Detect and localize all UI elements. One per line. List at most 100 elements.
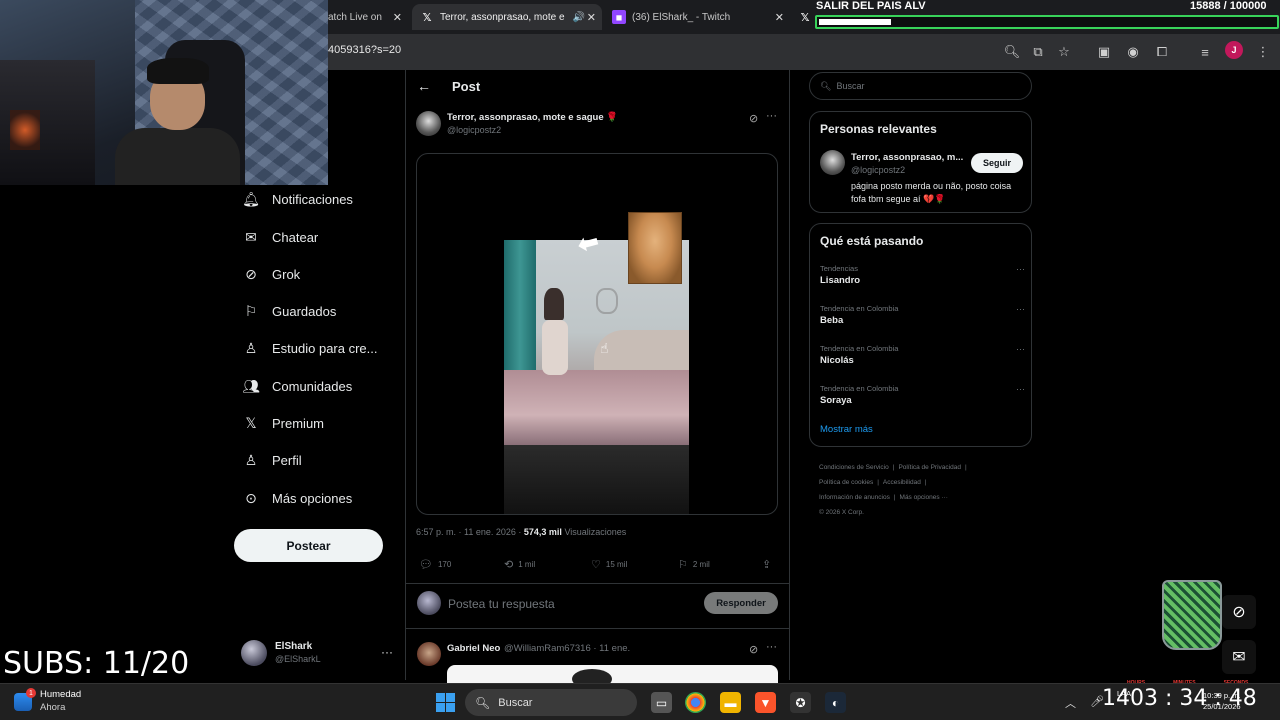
back-arrow-icon[interactable]: ← [417, 78, 431, 94]
screenshot-icon[interactable]: ▣ [1095, 43, 1113, 61]
trend-item[interactable]: Tendencias Lisandro ··· [820, 264, 1025, 294]
more-icon[interactable]: ··· [1016, 304, 1025, 314]
cast-icon[interactable]: ⧉ [1029, 43, 1047, 61]
nav-grok[interactable]: ⊘ Grok [241, 262, 300, 286]
url-field[interactable]: 4059316?s=20 [328, 44, 401, 56]
tab-x-other[interactable]: 𝕏 [796, 4, 816, 30]
bookmark-icon: ⚐ [244, 302, 258, 319]
windows-start-icon[interactable] [436, 693, 455, 712]
menu-icon[interactable]: ⋮ [1254, 43, 1272, 61]
follow-button[interactable]: Seguir [971, 153, 1023, 173]
x-icon: 𝕏 [800, 11, 810, 24]
show-more-link[interactable]: Mostrar más [820, 424, 873, 435]
author-avatar[interactable] [416, 111, 441, 136]
footer-link[interactable]: Política de Privacidad [898, 464, 961, 471]
zoom-icon[interactable]: 🔍︎ [1003, 43, 1021, 61]
column-divider [789, 70, 790, 680]
extensions-icon[interactable]: ⧠ [1153, 43, 1171, 61]
footer-link[interactable]: Política de cookies [819, 479, 873, 486]
footer-separator: | [877, 479, 879, 486]
grok-icon[interactable]: ⊘ [749, 643, 758, 656]
extension-badge-icon[interactable]: ◉ [1124, 43, 1142, 61]
footer-link[interactable]: Información de anuncios [819, 494, 890, 501]
file-explorer-icon[interactable]: ▬ [720, 692, 741, 713]
more-icon[interactable]: ··· [1016, 384, 1025, 394]
mail-icon[interactable]: ✉ [1222, 640, 1256, 674]
author-handle[interactable]: @logicpostz2 [447, 125, 501, 135]
nav-communities[interactable]: 👥︎ Comunidades [241, 374, 352, 398]
reply-action[interactable]: 💬︎ 170 [419, 558, 451, 571]
portrait-sticker [628, 212, 682, 284]
search-input[interactable]: 🔍︎ Buscar [809, 72, 1032, 100]
footer-link[interactable]: Condiciones de Servicio [819, 464, 889, 471]
more-icon[interactable]: ··· [766, 641, 777, 653]
profile-avatar[interactable]: J [1225, 41, 1243, 59]
nav-premium[interactable]: 𝕏 Premium [241, 411, 324, 435]
account-name: ElShark [275, 641, 313, 652]
close-icon[interactable]: ✕ [775, 11, 784, 24]
tab-x-post[interactable]: 𝕏 Terror, assonprasao, mote e 🔊 ✕ [412, 4, 602, 30]
nav-more-options[interactable]: ⊙ Más opciones [241, 486, 352, 510]
webcam-streamer-body [115, 128, 240, 185]
share-action[interactable]: ⇪ [762, 558, 776, 571]
nav-creator-studio[interactable]: ♙ Estudio para cre... [241, 336, 378, 360]
nav-profile[interactable]: ♙ Perfil [241, 448, 302, 472]
like-action[interactable]: ♡ 15 mil [591, 558, 627, 571]
nav-bookmarks[interactable]: ⚐ Guardados [241, 299, 337, 323]
tab-twitch-live[interactable]: atch Live on ✕ [328, 4, 408, 30]
post-media[interactable]: ⬅ ☝ [416, 153, 778, 515]
bookmark-count: 2 mil [692, 560, 710, 569]
app-icon[interactable]: ✪ [790, 692, 811, 713]
star-icon[interactable]: ☆ [1055, 43, 1073, 61]
nav-notifications[interactable]: 🔔︎ Notificaciones [241, 187, 353, 211]
bell-icon: 🔔︎ [242, 190, 260, 207]
trend-item[interactable]: Tendencia en Colombia Soraya ··· [820, 384, 1025, 414]
copyright: © 2026 X Corp. [819, 509, 864, 516]
avatar[interactable] [820, 150, 845, 175]
post-button[interactable]: Postear [234, 529, 383, 562]
chevron-up-icon[interactable]: ︿ [1065, 695, 1076, 711]
reply-button[interactable]: Responder [704, 592, 778, 614]
reply-media[interactable] [447, 665, 778, 683]
tab-twitch-elshark[interactable]: ◼ (36) ElShark_ - Twitch ✕ [604, 4, 790, 30]
more-icon[interactable]: ··· [766, 110, 777, 122]
post-actions: 💬︎ 170 ⟲ 1 mil ♡ 15 mil ⚐ 2 mil ⇪ [416, 558, 778, 574]
reply-author-avatar[interactable] [417, 642, 441, 666]
task-view-icon[interactable]: ▭ [651, 692, 672, 713]
account-more-icon[interactable]: ··· [381, 645, 393, 659]
footer-link[interactable]: Más opciones ··· [900, 494, 948, 501]
grok-icon[interactable]: ⊘ [1222, 595, 1256, 629]
repost-icon: ⟲ [504, 559, 514, 571]
speaker-icon[interactable]: 🔊 [573, 12, 585, 23]
weather-title[interactable]: Humedad [40, 689, 81, 700]
nav-label: Perfil [272, 452, 302, 468]
bookmark-action[interactable]: ⚐ 2 mil [678, 558, 710, 571]
trend-item[interactable]: Tendencia en Colombia Nicolás ··· [820, 344, 1025, 374]
taskbar-search[interactable]: 🔍︎ Buscar [465, 689, 637, 716]
footer-link[interactable]: Accesibilidad [883, 479, 921, 486]
steam-icon[interactable]: ◐ [825, 692, 846, 713]
chrome-icon[interactable] [685, 692, 706, 713]
reply-author-name[interactable]: Gabriel Neo [447, 643, 500, 654]
grok-icon[interactable]: ⊘ [749, 112, 758, 125]
repost-action[interactable]: ⟲ 1 mil [504, 558, 535, 571]
close-icon[interactable]: ✕ [587, 11, 596, 24]
reply-input[interactable]: Postea tu respuesta [448, 597, 555, 611]
nav-label: Chatear [272, 229, 319, 245]
subs-counter: SUBS: 11/20 [3, 646, 190, 681]
close-icon[interactable]: ✕ [393, 11, 402, 24]
trend-name: Lisandro [820, 275, 861, 286]
author-name[interactable]: Terror, assonprasao, mote e sague 🌹 [447, 112, 618, 123]
post-timestamp[interactable]: 6:57 p. m. · 11 ene. 2026 · [416, 527, 524, 537]
footer-separator: | [892, 464, 895, 471]
more-icon[interactable]: ··· [1016, 264, 1025, 274]
nav-chat[interactable]: ✉ Chatear [241, 225, 318, 249]
more-icon[interactable]: ··· [1016, 344, 1025, 354]
relevant-name[interactable]: Terror, assonprasao, m... [851, 152, 963, 163]
reply-count: 170 [437, 560, 452, 569]
trend-item[interactable]: Tendencia en Colombia Beba ··· [820, 304, 1025, 334]
media-control-icon[interactable]: ≡ [1196, 43, 1214, 61]
nav-label: Estudio para cre... [272, 340, 378, 356]
nav-label: Notificaciones [272, 191, 353, 207]
brave-icon[interactable]: ▼ [755, 692, 776, 713]
